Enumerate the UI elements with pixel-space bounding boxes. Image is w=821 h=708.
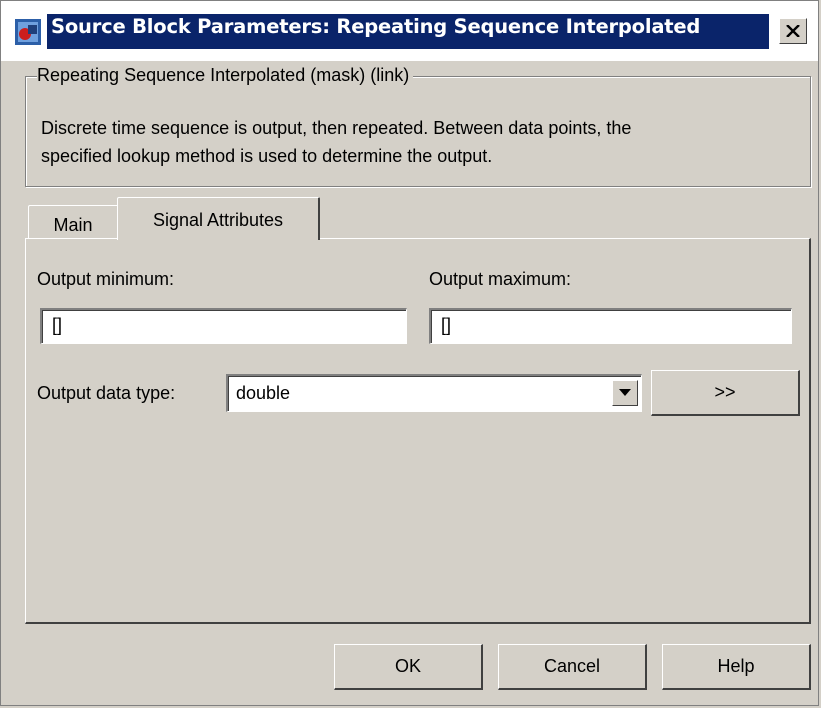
chevron-down-icon [619, 389, 631, 396]
tab-main[interactable]: Main [28, 205, 119, 239]
cancel-button[interactable]: Cancel [498, 644, 647, 690]
close-button[interactable] [779, 18, 807, 44]
window-title: Source Block Parameters: Repeating Seque… [51, 15, 701, 38]
mask-description: Discrete time sequence is output, then r… [41, 114, 801, 170]
description-line-1: Discrete time sequence is output, then r… [41, 118, 632, 138]
output-data-type-label: Output data type: [37, 383, 176, 403]
output-minimum-label: Output minimum: [37, 269, 175, 289]
dropdown-arrow-button[interactable] [612, 380, 638, 406]
output-minimum-field[interactable]: [] [40, 308, 407, 344]
title-bar[interactable]: Source Block Parameters: Repeating Seque… [1, 1, 818, 61]
tab-gap [118, 237, 318, 240]
signal-attributes-panel [25, 238, 811, 624]
output-data-type-value: double [236, 383, 291, 403]
output-maximum-label: Output maximum: [429, 269, 572, 289]
description-line-2: specified lookup method is used to deter… [41, 146, 493, 166]
output-data-type-select[interactable]: double [226, 374, 642, 412]
close-x-icon [786, 25, 800, 37]
output-maximum-field[interactable]: [] [429, 308, 792, 344]
ok-button[interactable]: OK [334, 644, 483, 690]
help-button[interactable]: Help [662, 644, 811, 690]
tab-signal-attributes[interactable]: Signal Attributes [117, 197, 320, 240]
output-maximum-value: [] [441, 315, 452, 335]
group-legend: Repeating Sequence Interpolated (mask) (… [37, 65, 414, 86]
dialog-window: Source Block Parameters: Repeating Seque… [0, 0, 819, 706]
output-minimum-value: [] [52, 315, 63, 335]
data-type-assistant-button[interactable]: >> [651, 370, 800, 416]
simulink-block-icon [15, 19, 41, 45]
